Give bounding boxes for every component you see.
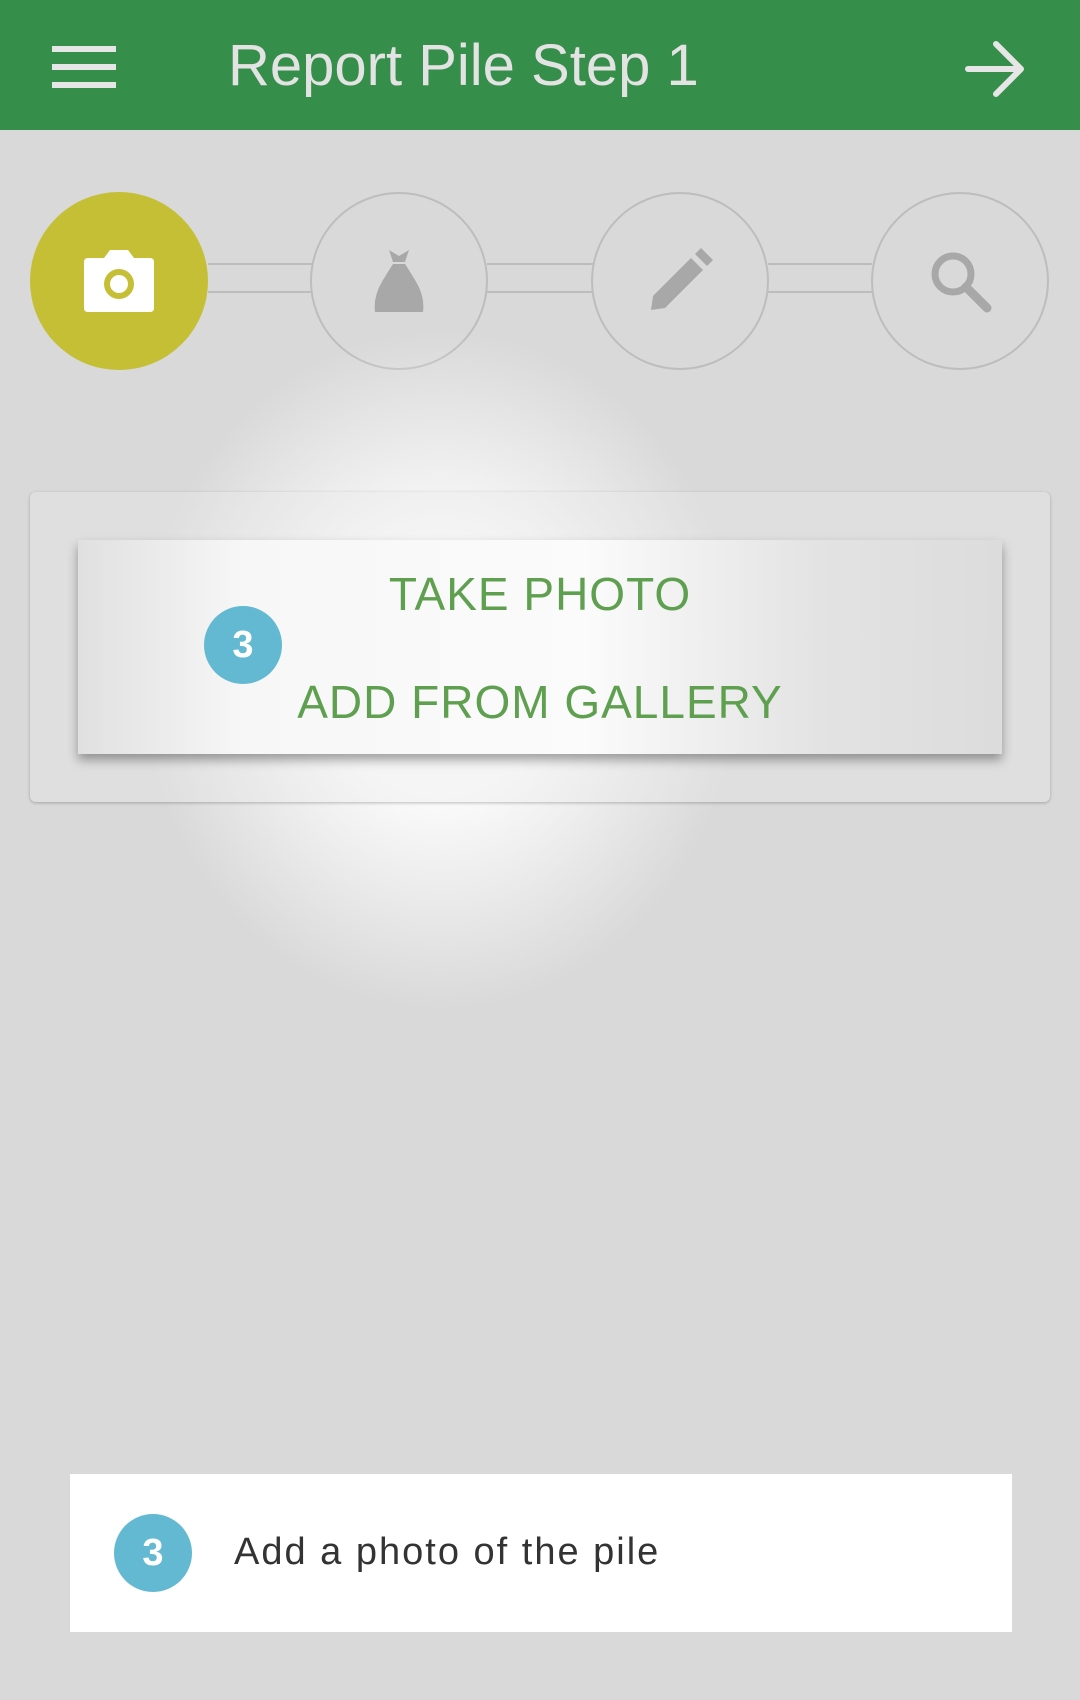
step-details[interactable] <box>591 192 769 370</box>
app-bar: Report Pile Step 1 <box>0 0 1080 130</box>
step-review[interactable] <box>871 192 1049 370</box>
step-photo[interactable] <box>30 192 208 370</box>
photo-source-dialog: TAKE PHOTO ADD FROM GALLERY 3 <box>78 540 1002 754</box>
arrow-right-icon <box>965 41 1024 97</box>
menu-button[interactable] <box>48 40 120 94</box>
step-connector <box>487 263 593 293</box>
tutorial-step-badge: 3 <box>204 606 282 684</box>
camera-icon <box>84 250 154 312</box>
step-pile-type[interactable] <box>310 192 488 370</box>
tutorial-step-badge: 3 <box>114 1514 192 1592</box>
add-from-gallery-button[interactable]: ADD FROM GALLERY <box>78 672 1002 732</box>
tutorial-hint: 3 Add a photo of the pile <box>70 1474 1012 1632</box>
trash-bag-icon <box>374 250 424 312</box>
step-connector <box>208 263 312 293</box>
pencil-icon <box>651 248 713 310</box>
tutorial-hint-text: Add a photo of the pile <box>234 1531 661 1573</box>
search-icon <box>931 252 992 313</box>
next-step-button[interactable] <box>960 34 1030 104</box>
step-connector <box>768 263 872 293</box>
page-title: Report Pile Step 1 <box>228 33 699 98</box>
